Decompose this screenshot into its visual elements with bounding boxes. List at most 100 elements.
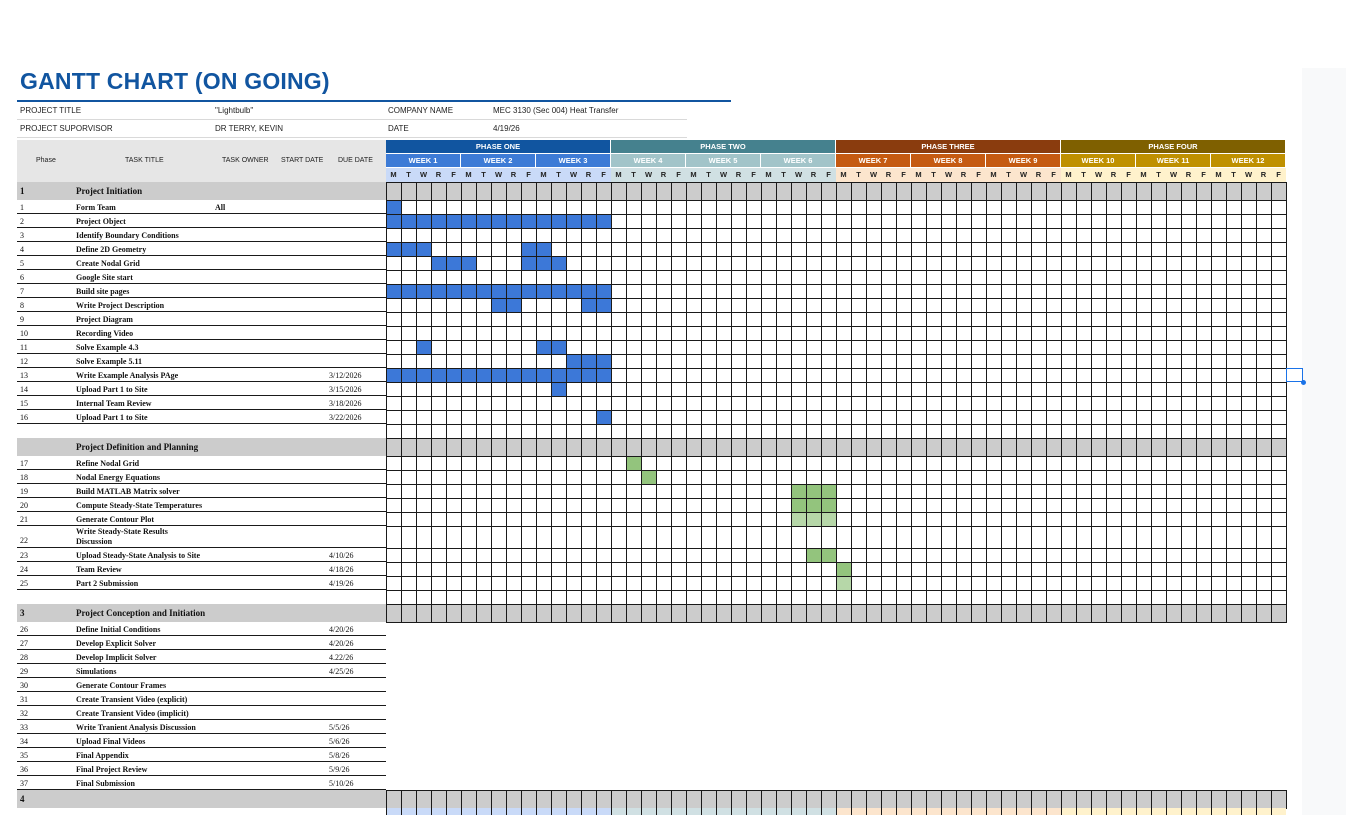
grid-line (1151, 576, 1152, 590)
task-row[interactable] (17, 312, 386, 326)
grid-line (1136, 270, 1137, 284)
task-row[interactable] (17, 340, 386, 354)
grid-line (1091, 410, 1092, 424)
task-row[interactable] (17, 678, 386, 692)
gantt-bar[interactable] (386, 242, 431, 256)
grid-line (596, 424, 597, 438)
gantt-bar[interactable] (791, 512, 836, 526)
gantt-bar[interactable] (386, 200, 401, 214)
task-row[interactable] (17, 470, 386, 484)
grid-line (986, 214, 987, 228)
task-row[interactable] (17, 284, 386, 298)
gantt-bar[interactable] (431, 256, 476, 270)
gantt-bar[interactable] (386, 368, 611, 382)
gantt-bar[interactable] (791, 484, 836, 498)
grid-line (731, 368, 732, 382)
grid-line (1076, 242, 1077, 256)
gantt-bar[interactable] (626, 456, 641, 470)
grid-line (656, 498, 657, 512)
gantt-bar[interactable] (836, 576, 851, 590)
gantt-bar[interactable] (836, 562, 851, 576)
row-divider (17, 283, 386, 284)
grid-line (881, 484, 882, 498)
grid-line (761, 312, 762, 326)
grid-line (656, 368, 657, 382)
section-header-row[interactable] (17, 604, 1287, 622)
grid-line (956, 354, 957, 368)
grid-line (416, 256, 417, 270)
gantt-bar[interactable] (596, 410, 611, 424)
task-row[interactable] (17, 456, 386, 470)
task-row[interactable] (17, 242, 386, 256)
selection-fill-handle[interactable] (1301, 380, 1306, 385)
task-row[interactable] (17, 270, 386, 284)
gantt-bar[interactable] (641, 470, 656, 484)
gantt-bar[interactable] (566, 354, 611, 368)
grid-line (746, 340, 747, 354)
grid-line (596, 604, 597, 622)
grid-line (671, 200, 672, 214)
grid-line (671, 470, 672, 484)
task-row[interactable] (17, 484, 386, 498)
gantt-bar[interactable] (521, 256, 566, 270)
grid-line (536, 256, 537, 270)
grid-line (1151, 312, 1152, 326)
gantt-bar[interactable] (791, 498, 836, 512)
grid-line (581, 312, 582, 326)
grid-line (1271, 590, 1272, 604)
grid-line (851, 548, 852, 562)
grid-line (1256, 298, 1257, 312)
cell-selection[interactable] (1286, 368, 1303, 382)
grid-line (821, 284, 822, 298)
grid-line (461, 604, 462, 622)
grid-line (746, 790, 747, 808)
grid-line (761, 548, 762, 562)
grid-line (806, 526, 807, 548)
gantt-bar[interactable] (551, 382, 566, 396)
grid-line (386, 438, 387, 456)
task-row[interactable] (17, 512, 386, 526)
task-row[interactable] (17, 526, 386, 548)
gantt-bar[interactable] (386, 284, 611, 298)
task-row[interactable] (17, 298, 386, 312)
day-header: R (956, 168, 971, 182)
grid-line (851, 790, 852, 808)
task-row[interactable] (17, 200, 386, 214)
day-header: R (656, 168, 671, 182)
grid-line (656, 526, 657, 548)
grid-line (491, 562, 492, 576)
grid-line (971, 396, 972, 410)
grid-cell (1256, 808, 1271, 815)
grid-cell (461, 808, 476, 815)
grid-line (971, 604, 972, 622)
grid-line (821, 340, 822, 354)
row-divider (17, 635, 386, 636)
grid-line (1121, 562, 1122, 576)
grid-line (1196, 242, 1197, 256)
task-row[interactable] (17, 692, 386, 706)
task-row[interactable] (17, 354, 386, 368)
grid-line (626, 368, 627, 382)
task-row[interactable] (17, 256, 386, 270)
grid-line (581, 242, 582, 256)
task-title: Project Diagram (76, 315, 133, 324)
task-row[interactable] (17, 706, 386, 720)
grid-line (836, 484, 837, 498)
grid-line (791, 284, 792, 298)
task-row[interactable] (17, 326, 386, 340)
grid-line (956, 548, 957, 562)
grid-line (971, 256, 972, 270)
section-header-row[interactable] (17, 182, 1287, 200)
grid-line (641, 512, 642, 526)
grid-line (836, 512, 837, 526)
gantt-bar[interactable] (386, 214, 611, 228)
task-row[interactable] (17, 228, 386, 242)
day-header: M (986, 168, 1001, 182)
section-header-row[interactable] (17, 790, 1287, 808)
grid-line (581, 576, 582, 590)
section-header-row[interactable] (17, 438, 1287, 456)
gantt-bar[interactable] (416, 340, 431, 354)
task-row[interactable] (17, 214, 386, 228)
grid-line (761, 182, 762, 200)
grid-line (956, 562, 957, 576)
